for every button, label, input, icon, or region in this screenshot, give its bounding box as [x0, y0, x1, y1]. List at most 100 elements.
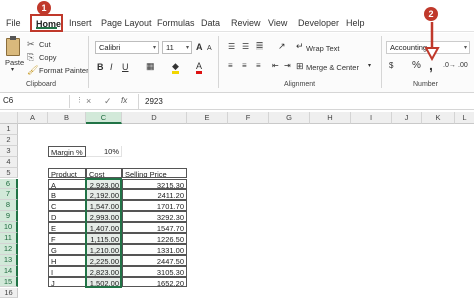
row-header-4[interactable]: 4 [0, 156, 18, 168]
paste-label: Paste [5, 58, 25, 67]
currency-format-icon[interactable]: $ [389, 62, 393, 70]
row-header-3[interactable]: 3 [0, 145, 18, 157]
font-name-select[interactable]: Calibri ▾ [95, 41, 159, 54]
bottom-align-icon[interactable]: ☰ [256, 42, 264, 50]
margin-value-cell[interactable]: 10% [86, 145, 122, 157]
column-header-a[interactable]: A [18, 112, 48, 124]
tab-formulas[interactable]: Formulas [157, 18, 195, 28]
table-cell[interactable]: G [48, 243, 86, 255]
column-header-c[interactable]: C [86, 112, 122, 124]
paste-button[interactable]: Paste ▾ [3, 36, 25, 76]
cut-button[interactable]: Cut [39, 40, 51, 49]
decrease-decimal-icon[interactable]: .00 [458, 62, 468, 69]
align-right-icon[interactable]: ≡ [256, 62, 261, 70]
tab-page-layout[interactable]: Page Layout [101, 18, 152, 28]
font-size-select[interactable]: 11 ▾ [162, 41, 192, 54]
row-header-6[interactable]: 6 [0, 178, 18, 190]
table-cell[interactable]: D [48, 211, 86, 223]
row-header-5[interactable]: 5 [0, 167, 18, 179]
top-align-icon[interactable]: ☰ [228, 43, 235, 51]
wrap-text-button[interactable]: Wrap Text [306, 44, 340, 53]
underline-button[interactable]: U [122, 63, 129, 72]
column-header-g[interactable]: G [269, 112, 310, 124]
table-cell[interactable]: I [48, 265, 86, 277]
insert-function-icon[interactable]: fx [121, 96, 127, 105]
decrease-indent-icon[interactable]: ⇤ [272, 62, 279, 70]
table-cell[interactable]: 3105.30 [122, 265, 187, 277]
column-header-i[interactable]: I [351, 112, 392, 124]
column-header-k[interactable]: K [422, 112, 455, 124]
font-color-icon[interactable]: A [196, 62, 203, 74]
tab-home[interactable]: Home [30, 14, 63, 32]
table-cell[interactable]: 3292.30 [122, 211, 187, 223]
column-header-b[interactable]: B [48, 112, 86, 124]
table-cell[interactable]: 1547.70 [122, 222, 187, 233]
table-cell[interactable]: B [48, 189, 86, 201]
merge-center-button[interactable]: Merge & Center [306, 63, 359, 72]
column-header-h[interactable]: H [310, 112, 351, 124]
table-cell[interactable]: 2447.50 [122, 254, 187, 266]
increase-decimal-icon[interactable]: .0→ [443, 62, 456, 69]
row-header-12[interactable]: 12 [0, 243, 18, 255]
table-header-cell[interactable]: Product [48, 167, 86, 179]
table-cell[interactable]: A [48, 178, 86, 190]
table-cell[interactable]: C [48, 200, 86, 212]
table-cell[interactable]: F [48, 233, 86, 244]
chevron-down-icon[interactable]: ▾ [368, 62, 371, 69]
row-header-2[interactable]: 2 [0, 134, 18, 146]
middle-align-icon[interactable]: ☰ [242, 43, 249, 51]
merge-center-icon: ⊞ [296, 61, 304, 71]
tab-file[interactable]: File [6, 18, 21, 28]
name-box[interactable]: C6 [0, 95, 70, 108]
cancel-icon[interactable]: × [86, 96, 91, 106]
increase-indent-icon[interactable]: ⇥ [284, 62, 291, 70]
table-cell[interactable]: E [48, 222, 86, 233]
tab-insert[interactable]: Insert [69, 18, 92, 28]
table-cell[interactable]: 1652.20 [122, 276, 187, 288]
row-header-15[interactable]: 15 [0, 276, 18, 288]
row-header-14[interactable]: 14 [0, 265, 18, 277]
align-center-icon[interactable]: ≡ [242, 62, 247, 70]
copy-button[interactable]: Copy [39, 53, 57, 62]
row-header-11[interactable]: 11 [0, 233, 18, 244]
row-header-8[interactable]: 8 [0, 200, 18, 212]
tab-review[interactable]: Review [231, 18, 261, 28]
column-header-j[interactable]: J [392, 112, 422, 124]
formula-input[interactable]: 2923 [145, 97, 163, 106]
format-painter-button[interactable]: Format Painter [39, 66, 89, 75]
select-all-corner[interactable] [0, 112, 18, 124]
bold-button[interactable]: B [97, 63, 104, 72]
row-header-10[interactable]: 10 [0, 222, 18, 233]
margin-label-cell[interactable]: Margin % [48, 145, 86, 157]
enter-icon[interactable]: ✓ [104, 96, 112, 107]
tab-developer[interactable]: Developer [298, 18, 339, 28]
tab-view[interactable]: View [268, 18, 287, 28]
table-cell[interactable]: H [48, 254, 86, 266]
table-header-cell[interactable]: Selling Price [122, 167, 187, 179]
shrink-font-button[interactable]: A [207, 45, 212, 52]
row-header-9[interactable]: 9 [0, 211, 18, 223]
row-header-7[interactable]: 7 [0, 189, 18, 201]
fill-color-icon[interactable]: ◆ [172, 62, 179, 74]
borders-icon[interactable]: ▦ [146, 62, 155, 71]
row-header-16[interactable]: 16 [0, 287, 18, 299]
align-left-icon[interactable]: ≡ [228, 62, 233, 70]
table-cell[interactable]: 3215.30 [122, 178, 187, 190]
tab-data[interactable]: Data [201, 18, 220, 28]
row-header-1[interactable]: 1 [0, 124, 18, 135]
percent-style-button[interactable]: % [412, 61, 421, 71]
table-cell[interactable]: 1331.00 [122, 243, 187, 255]
tab-help[interactable]: Help [346, 18, 365, 28]
grow-font-button[interactable]: A [196, 43, 203, 52]
row-header-13[interactable]: 13 [0, 254, 18, 266]
column-header-e[interactable]: E [187, 112, 228, 124]
column-header-d[interactable]: D [122, 112, 187, 124]
table-cell[interactable]: J [48, 276, 86, 288]
table-cell[interactable]: 1701.70 [122, 200, 187, 212]
column-header-l[interactable]: L [455, 112, 474, 124]
italic-button[interactable]: I [110, 63, 113, 72]
table-cell[interactable]: 2411.20 [122, 189, 187, 201]
column-header-f[interactable]: F [228, 112, 269, 124]
table-cell[interactable]: 1226.50 [122, 233, 187, 244]
orientation-icon[interactable]: ↗ [278, 42, 286, 51]
